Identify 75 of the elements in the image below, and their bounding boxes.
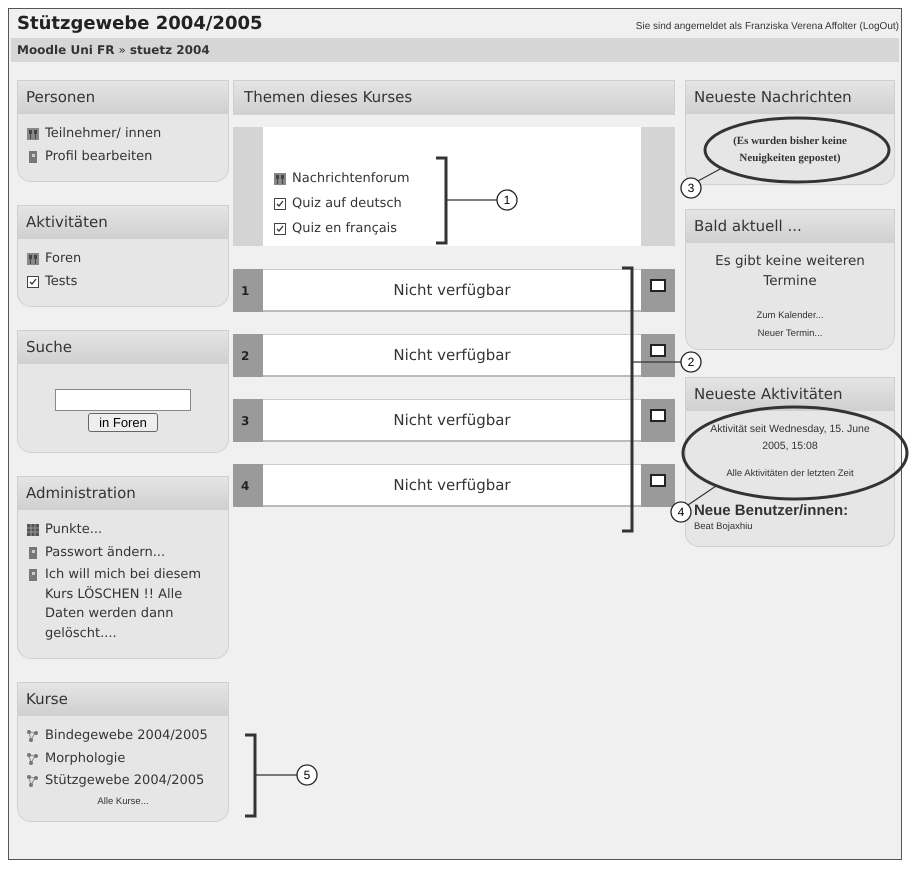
block-link[interactable]: Bindegewebe 2004/2005 [45,726,208,746]
section-number: 3 [233,399,264,442]
people-icon [26,252,40,266]
section-number: 2 [233,334,264,377]
people-icon [26,127,40,141]
section-text: Nicht verfügbar [393,281,511,299]
block-link[interactable]: Morphologie [45,748,126,768]
logout-link[interactable]: (LogOut) [860,21,899,32]
nodes-icon [26,774,40,788]
login-info: Sie sind angemeldet als [636,21,742,32]
calendar-link[interactable]: Zum Kalender... [756,307,824,325]
block-link[interactable]: Foren [45,249,82,268]
activity-link[interactable]: Quiz en français [292,217,398,240]
square-icon[interactable] [650,279,666,292]
block-link[interactable]: Tests [45,272,78,291]
block-link[interactable]: Teilnehmer/ innen [45,124,162,144]
block-title: Personen [18,81,228,114]
callout-number: 3 [680,177,702,199]
checklist-icon [26,274,40,288]
square-icon[interactable] [650,409,666,422]
block-link[interactable]: Stützgewebe 2004/2005 [45,771,204,790]
block-title: Kurse [18,683,228,716]
block-title: Suche [18,331,228,364]
search-button[interactable]: in Foren [88,413,158,432]
block-link[interactable]: Ich will mich bei diesem Kurs LÖSCHEN !! Alle Daten werden dann gelöscht.... [45,565,220,643]
block-link[interactable]: Punkte... [45,520,102,540]
leader-line [688,486,716,506]
callout-number: 1 [496,189,518,211]
block-title: Administration [18,477,228,510]
block-link[interactable]: Passwort ändern... [45,542,166,562]
news-text: (Es wurden bisher keine Neuigkeiten gepostet) [732,134,848,166]
breadcrumb-separator: » [118,43,126,57]
search-field[interactable] [55,389,192,411]
section-number: 1 [233,269,264,312]
leader-line [632,361,681,363]
callout-number: 5 [296,764,318,786]
leader-line [255,774,297,776]
door-icon [26,150,40,164]
nodes-icon [26,752,40,766]
door-icon [26,568,40,582]
block-title: Neueste Aktivitäten [686,378,894,411]
section-text: Nicht verfügbar [393,476,511,494]
user-link[interactable]: Franziska Verena Affolter [744,21,857,32]
activity-since: Aktivität seit Wednesday, 15. June 2005, 15:08 [709,422,871,454]
block-title: Bald aktuell ... [686,210,894,243]
activity-link[interactable]: Quiz auf deutsch [292,192,402,215]
square-icon[interactable] [650,474,666,487]
grid-icon [26,523,40,537]
calendar-text: Es gibt keine weiteren Termine [714,252,866,291]
new-users-heading: Neue Benutzer/innen: [694,502,850,520]
leader-line [698,167,722,182]
page-title: Stützgewebe 2004/2005 [17,13,263,34]
checklist-icon [273,222,288,236]
checklist-icon [273,197,288,211]
block-title: Aktivitäten [18,206,228,239]
calendar-link[interactable]: Neuer Termin... [758,325,822,343]
people-icon [273,172,288,186]
all-courses-link[interactable]: Alle Kurse... [97,796,149,806]
callout-number: 4 [670,501,692,523]
section-number: 4 [233,464,264,507]
breadcrumb-link[interactable]: Moodle Uni FR [17,43,114,57]
nodes-icon [26,729,40,743]
recent-activity-link[interactable]: Alle Aktivitäten der letzten Zeit [726,465,854,482]
block-title: Neueste Nachrichten [686,81,894,114]
topics-title: Themen dieses Kurses [233,80,675,115]
user-link[interactable]: Beat Bojaxhiu [694,520,886,534]
callout-number: 2 [680,351,702,373]
section-text: Nicht verfügbar [393,411,511,429]
door-icon [26,546,40,560]
square-icon[interactable] [650,344,666,357]
activity-link[interactable]: Nachrichtenforum [292,167,410,190]
leader-line [446,199,497,201]
breadcrumb-link[interactable]: stuetz 2004 [130,43,210,57]
section-text: Nicht verfügbar [393,346,511,364]
block-link[interactable]: Profil bearbeiten [45,146,152,166]
